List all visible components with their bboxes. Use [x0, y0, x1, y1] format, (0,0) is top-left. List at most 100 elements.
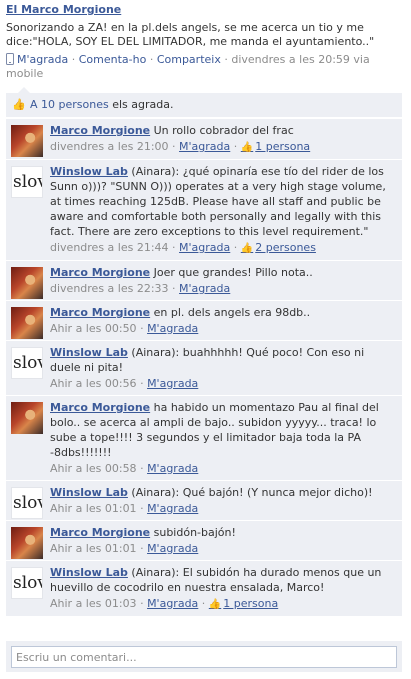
- comment-author-link[interactable]: Marco Morgione: [50, 401, 150, 414]
- share-post-link[interactable]: Comparteix: [157, 53, 221, 66]
- separator: ·: [233, 241, 238, 254]
- comment-author-link[interactable]: Marco Morgione: [50, 526, 150, 539]
- post-text: Sonorizando a ZA! en la pl.dels angels, …: [6, 21, 375, 48]
- comment-item: Marco Morgione subidón-bajón! Ahir a les …: [6, 520, 402, 560]
- comment-body: Winslow Lab (Ainara): El subidón ha dura…: [50, 565, 396, 595]
- separator: ·: [172, 140, 176, 153]
- marco-morgione-avatar[interactable]: [11, 267, 43, 299]
- comment-item: slovWinslow Lab (Ainara): El subidón ha …: [6, 560, 402, 616]
- comment-item: slovWinslow Lab (Ainara): buahhhhh! Qué …: [6, 340, 402, 395]
- comment-meta: divendres a les 22:33 · M'agrada: [50, 281, 396, 296]
- thumbs-up-icon: 👍: [240, 142, 254, 153]
- comment-like-link[interactable]: M'agrada: [147, 462, 198, 475]
- separator: ·: [140, 542, 144, 555]
- comment-like-link[interactable]: M'agrada: [147, 377, 198, 390]
- comment-like-link[interactable]: M'agrada: [179, 140, 230, 153]
- comment-meta: divendres a les 21:00 · M'agrada · 👍 1 pe…: [50, 139, 396, 155]
- comment-text: subidón-bajón!: [153, 526, 236, 539]
- marco-morgione-avatar[interactable]: [11, 402, 43, 434]
- comment-author-link[interactable]: Marco Morgione: [50, 266, 150, 279]
- post-author-link[interactable]: El Marco Morgione: [6, 3, 406, 17]
- separator: ·: [172, 282, 176, 295]
- post: El Marco Morgione Sonorizando a ZA! en l…: [6, 3, 406, 81]
- comment-timestamp: Ahir a les 00:58: [50, 462, 137, 475]
- comment-timestamp: divendres a les 22:33: [50, 282, 169, 295]
- winslow-lab-avatar[interactable]: slov: [11, 347, 43, 379]
- separator: ·: [140, 502, 144, 515]
- comment-like-link[interactable]: M'agrada: [147, 502, 198, 515]
- comment-input[interactable]: [11, 646, 397, 668]
- separator: ·: [201, 597, 206, 610]
- comment-likes-count-link[interactable]: 👍 2 persones: [241, 241, 316, 254]
- likes-bar: 👍 A 10 persones els agrada.: [6, 87, 402, 117]
- comment-likes-count: 2 persones: [255, 241, 316, 254]
- comment-timestamp: Ahir a les 01:01: [50, 502, 137, 515]
- comment-author-link[interactable]: Winslow Lab: [50, 165, 128, 178]
- comment-body: Marco Morgione en pl. dels angels era 98…: [50, 305, 396, 320]
- comment-meta: Ahir a les 00:50 · M'agrada: [50, 321, 396, 336]
- likers-link[interactable]: A 10 persones: [30, 98, 109, 111]
- comment-text: (Ainara): Qué bajón! (Y nunca mejor dich…: [131, 486, 373, 499]
- winslow-lab-avatar[interactable]: slov: [11, 166, 43, 198]
- comment-author-link[interactable]: Winslow Lab: [50, 486, 128, 499]
- comment-meta: Ahir a les 00:56 · M'agrada: [50, 376, 396, 391]
- separator: ·: [71, 53, 76, 66]
- winslow-lab-avatar[interactable]: slov: [11, 487, 43, 519]
- comment-meta: Ahir a les 01:01 · M'agrada: [50, 501, 396, 516]
- comment-body: Winslow Lab (Ainara): buahhhhh! Qué poco…: [50, 345, 396, 375]
- comment-timestamp: Ahir a les 00:56: [50, 377, 137, 390]
- separator: ·: [140, 322, 144, 335]
- comment-item: Marco Morgione en pl. dels angels era 98…: [6, 300, 402, 340]
- separator: ·: [149, 53, 154, 66]
- comment-meta: Ahir a les 01:03 · M'agrada · 👍 1 persona: [50, 596, 396, 612]
- comment-like-link[interactable]: M'agrada: [179, 282, 230, 295]
- separator: ·: [172, 241, 176, 254]
- comments-list: Marco Morgione Un rollo cobrador del fra…: [6, 118, 402, 616]
- comment-text: Joer que grandes! Pillo nota..: [153, 266, 313, 279]
- comment-author-link[interactable]: Marco Morgione: [50, 124, 150, 137]
- comment-likes-count: 1 persona: [223, 597, 279, 610]
- post-meta: M'agrada · Comenta-ho · Comparteix · div…: [6, 53, 406, 81]
- comment-timestamp: Ahir a les 00:50: [50, 322, 137, 335]
- comment-like-link[interactable]: M'agrada: [179, 241, 230, 254]
- marco-morgione-avatar[interactable]: [11, 527, 43, 559]
- like-post-link[interactable]: M'agrada: [17, 53, 68, 66]
- separator: ·: [224, 53, 228, 66]
- comment-author-link[interactable]: Winslow Lab: [50, 566, 128, 579]
- comment-author-link[interactable]: Winslow Lab: [50, 346, 128, 359]
- comment-item: Marco Morgione Un rollo cobrador del fra…: [6, 118, 402, 159]
- comment-text: en pl. dels angels era 98db..: [153, 306, 311, 319]
- comment-timestamp: Ahir a les 01:03: [50, 597, 137, 610]
- comment-text: Un rollo cobrador del frac: [153, 124, 294, 137]
- comment-timestamp: divendres a les 21:44: [50, 241, 169, 254]
- thumbs-up-icon: 👍: [12, 98, 26, 111]
- marco-morgione-avatar[interactable]: [11, 307, 43, 339]
- winslow-lab-avatar[interactable]: slov: [11, 567, 43, 599]
- likes-suffix: els agrada.: [108, 98, 174, 111]
- comment-body: Marco Morgione Joer que grandes! Pillo n…: [50, 265, 396, 280]
- separator: ·: [140, 377, 144, 390]
- mobile-phone-icon: [6, 53, 14, 65]
- comment-body: Marco Morgione ha habido un momentazo Pa…: [50, 400, 396, 460]
- separator: ·: [140, 462, 144, 475]
- comment-likes-count-link[interactable]: 👍 1 persona: [241, 140, 310, 153]
- comment-meta: Ahir a les 00:58 · M'agrada: [50, 461, 396, 476]
- comment-like-link[interactable]: M'agrada: [147, 322, 198, 335]
- thumbs-up-icon: 👍: [240, 243, 254, 254]
- thumbs-up-icon: 👍: [208, 599, 222, 610]
- comment-item: slovWinslow Lab (Ainara): ¿qué opinaría …: [6, 159, 402, 260]
- comment-timestamp: Ahir a les 01:01: [50, 542, 137, 555]
- comment-likes-count-link[interactable]: 👍 1 persona: [209, 597, 278, 610]
- comment-like-link[interactable]: M'agrada: [147, 597, 198, 610]
- comment-like-link[interactable]: M'agrada: [147, 542, 198, 555]
- comment-body: Winslow Lab (Ainara): ¿qué opinaría ese …: [50, 164, 396, 239]
- comment-body: Marco Morgione subidón-bajón!: [50, 525, 396, 540]
- comment-meta: Ahir a les 01:01 · M'agrada: [50, 541, 396, 556]
- comment-composer: [6, 640, 402, 672]
- comment-author-link[interactable]: Marco Morgione: [50, 306, 150, 319]
- comment-timestamp: divendres a les 21:00: [50, 140, 169, 153]
- comment-body: Winslow Lab (Ainara): Qué bajón! (Y nunc…: [50, 485, 396, 500]
- comment-item: Marco Morgione Joer que grandes! Pillo n…: [6, 260, 402, 300]
- comment-post-link[interactable]: Comenta-ho: [79, 53, 147, 66]
- marco-morgione-avatar[interactable]: [11, 125, 43, 157]
